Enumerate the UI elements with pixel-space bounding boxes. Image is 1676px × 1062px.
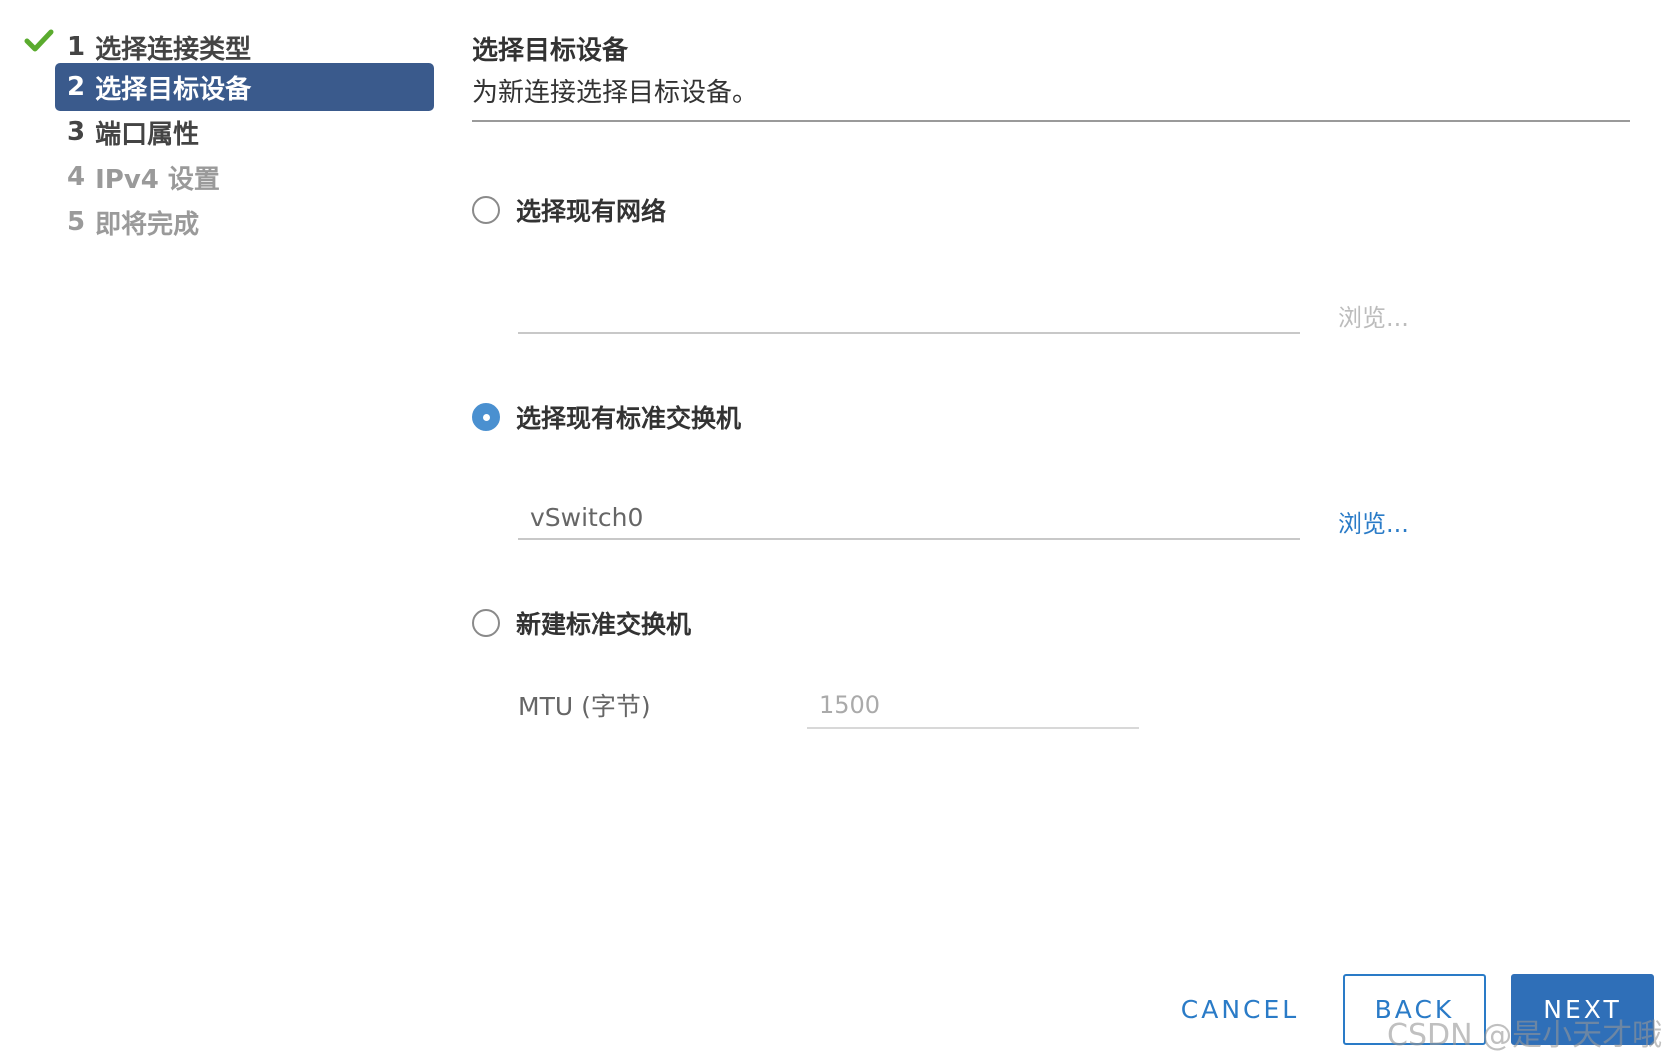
mtu-input[interactable]: [807, 683, 1139, 729]
next-button[interactable]: NEXT: [1511, 974, 1654, 1045]
radio-select-existing-standard-switch[interactable]: 选择现有标准交换机: [472, 399, 741, 435]
page-subtitle: 为新连接选择目标设备。: [472, 78, 759, 108]
standard-switch-input[interactable]: [518, 496, 1300, 540]
step-number: 2: [67, 72, 86, 102]
radio-select-existing-network[interactable]: 选择现有网络: [472, 192, 666, 228]
step-ipv4-settings: 4 IPv4 设置: [55, 153, 434, 201]
radio-button-checked[interactable]: [472, 403, 500, 431]
step-number: 5: [67, 207, 86, 237]
mtu-label: MTU (字节): [518, 692, 651, 721]
page-title: 选择目标设备: [472, 36, 629, 66]
cancel-button[interactable]: CANCEL: [1160, 974, 1320, 1045]
checkmark-icon: [24, 29, 54, 52]
existing-network-input[interactable]: [518, 290, 1300, 334]
radio-button-unchecked[interactable]: [472, 196, 500, 224]
step-port-properties[interactable]: 3 端口属性: [55, 108, 434, 156]
browse-switch-link[interactable]: 浏览...: [1338, 504, 1409, 539]
radio-label: 新建标准交换机: [516, 610, 692, 639]
step-ready-to-complete: 5 即将完成: [55, 198, 434, 246]
radio-button-unchecked[interactable]: [472, 609, 500, 637]
step-number: 1: [67, 32, 86, 62]
radio-label: 选择现有标准交换机: [516, 404, 742, 433]
step-select-target-device[interactable]: 2 选择目标设备: [55, 63, 434, 111]
radio-new-standard-switch[interactable]: 新建标准交换机: [472, 605, 691, 641]
step-label: IPv4 设置: [95, 164, 220, 195]
step-label: 即将完成: [95, 209, 200, 240]
step-label: 选择目标设备: [95, 74, 252, 105]
step-number: 4: [67, 162, 86, 192]
browse-network-link[interactable]: 浏览...: [1338, 298, 1409, 333]
header-divider: [472, 120, 1630, 122]
back-button[interactable]: BACK: [1343, 974, 1486, 1045]
step-label: 端口属性: [95, 119, 200, 150]
step-label: 选择连接类型: [95, 34, 252, 65]
step-number: 3: [67, 117, 86, 147]
radio-label: 选择现有网络: [516, 197, 667, 226]
